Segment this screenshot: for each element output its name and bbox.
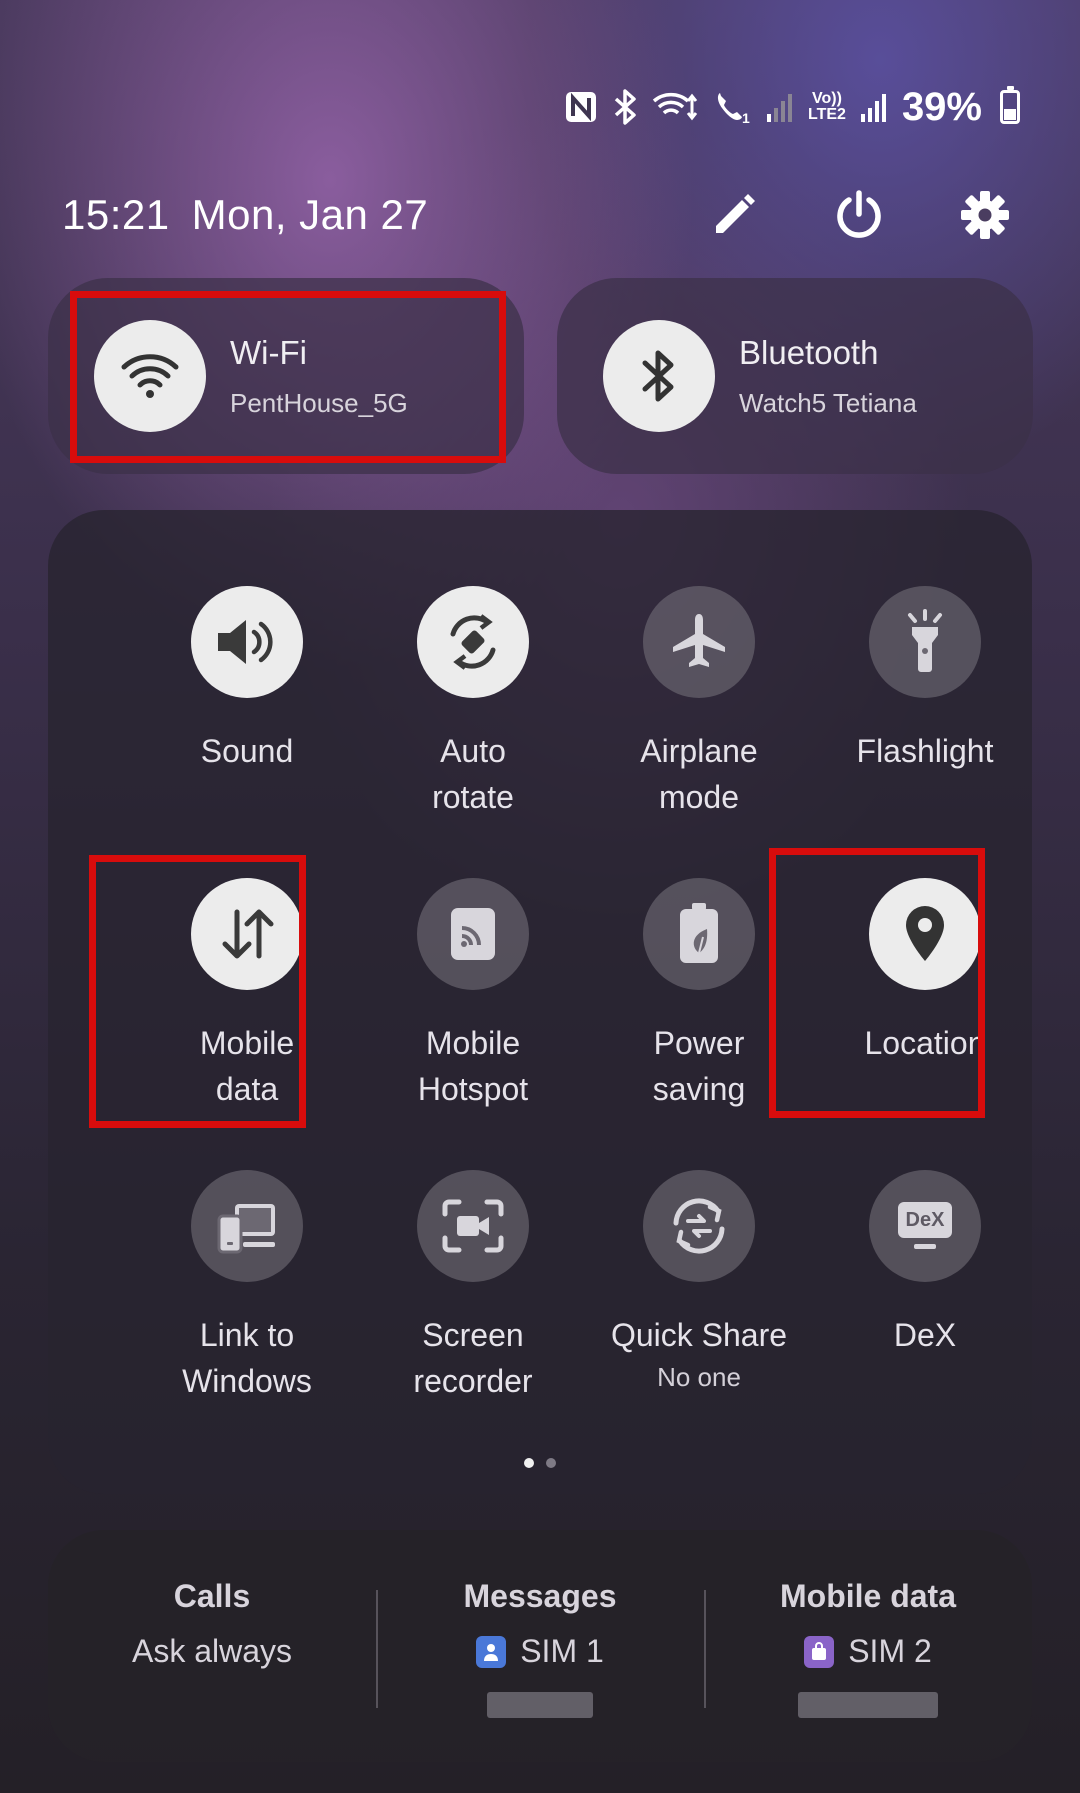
edit-button[interactable] — [700, 182, 766, 248]
power-icon — [837, 190, 881, 238]
page-dot — [546, 1458, 556, 1468]
tile-label: Flashlight — [856, 733, 994, 769]
bluetooth-icon — [612, 89, 638, 125]
bluetooth-device-name: Watch5 Tetiana — [739, 387, 917, 418]
header-actions — [700, 182, 1018, 248]
mobile-data-icon — [222, 909, 274, 959]
edit-icon — [716, 194, 755, 233]
tile-mobile-data[interactable]: Mobile data — [134, 878, 360, 1112]
date-time[interactable]: 15:21 Mon, Jan 27 — [62, 191, 428, 239]
wifi-toggle[interactable] — [94, 320, 206, 432]
link-to-windows-icon — [217, 1204, 275, 1254]
sound-icon — [218, 620, 273, 664]
location-icon — [906, 906, 944, 961]
flashlight-toggle[interactable] — [869, 586, 981, 698]
power-button[interactable] — [826, 182, 892, 248]
link-to-windows-toggle[interactable] — [191, 1170, 303, 1282]
tile-label: Mobile data — [199, 1025, 295, 1107]
tile-airplane-mode[interactable]: Airplane mode — [586, 586, 812, 820]
signal-icon — [860, 92, 888, 122]
sim-calls-value: Ask always — [131, 1633, 293, 1669]
tile-label: Screen recorder — [413, 1317, 533, 1399]
hotspot-icon — [451, 908, 495, 960]
status-bar: 1 Vo)) LTE2 39% — [564, 82, 1020, 132]
sim1-person-icon — [476, 1635, 507, 1668]
bluetooth-tile[interactable]: Bluetooth Watch5 Tetiana — [557, 278, 1033, 474]
power-saving-toggle[interactable] — [643, 878, 755, 990]
tile-auto-rotate[interactable]: Auto rotate — [360, 586, 586, 820]
clock[interactable]: 15:21 — [62, 191, 170, 238]
tile-label: Sound — [200, 733, 294, 769]
page-dot-active — [524, 1458, 534, 1468]
bluetooth-icon — [642, 350, 674, 402]
sim-calls-title: Calls — [173, 1578, 251, 1614]
wifi-icon — [121, 354, 179, 398]
sim-messages-title: Messages — [463, 1578, 617, 1614]
mobile-data-toggle[interactable] — [191, 878, 303, 990]
tile-label: Quick Share — [610, 1317, 788, 1353]
mobile-hotspot-toggle[interactable] — [417, 878, 529, 990]
sim-mobile-data-value: SIM 2 — [848, 1633, 932, 1669]
sound-toggle[interactable] — [191, 586, 303, 698]
sim2-bag-icon — [804, 1635, 835, 1668]
tile-location[interactable]: Location — [812, 878, 1038, 1066]
volte-lte2-icon: Vo)) LTE2 — [808, 90, 846, 123]
sim-messages-value: SIM 1 — [520, 1633, 604, 1669]
page-indicator — [48, 1458, 1032, 1468]
quick-share-icon — [673, 1198, 725, 1254]
tile-sublabel: No one — [657, 1362, 741, 1392]
flashlight-icon — [908, 609, 942, 672]
sim-manager-panel[interactable]: Calls Ask always Messages SIM 1 Mobile d… — [48, 1530, 1032, 1762]
tile-flashlight[interactable]: Flashlight — [812, 586, 1038, 774]
date[interactable]: Mon, Jan 27 — [192, 191, 429, 238]
settings-button[interactable] — [952, 182, 1018, 248]
vowifi-call-icon: 1 — [714, 89, 752, 125]
signal-icon — [766, 92, 794, 122]
wifi-network-name: PentHouse_5G — [230, 387, 408, 418]
bluetooth-toggle[interactable] — [603, 320, 715, 432]
tile-label: Location — [864, 1025, 986, 1061]
redacted-number — [487, 1692, 593, 1718]
wifi-title: Wi-Fi — [230, 333, 307, 371]
quick-share-toggle[interactable] — [643, 1170, 755, 1282]
wifi-tile[interactable]: Wi-Fi PentHouse_5G — [48, 278, 524, 474]
airplane-icon — [673, 614, 725, 667]
tile-power-saving[interactable]: Power saving — [586, 878, 812, 1112]
tile-label: Airplane mode — [640, 733, 758, 815]
sim-messages[interactable]: Messages SIM 1 — [376, 1530, 704, 1762]
tile-label: Link to Windows — [182, 1317, 312, 1399]
screen-recorder-toggle[interactable] — [417, 1170, 529, 1282]
svg-text:1: 1 — [742, 110, 750, 125]
tile-dex[interactable]: DeX DeX — [812, 1170, 1038, 1358]
battery-icon — [1000, 86, 1020, 124]
tile-sound[interactable]: Sound — [134, 586, 360, 774]
quick-settings-grid: Sound Auto rotate Airplane mode Flashlig… — [48, 510, 1032, 1494]
dex-toggle[interactable]: DeX — [869, 1170, 981, 1282]
tile-mobile-hotspot[interactable]: Mobile Hotspot — [360, 878, 586, 1112]
power-saving-icon — [680, 903, 718, 963]
battery-percent: 39% — [901, 84, 982, 129]
redacted-number — [798, 1692, 938, 1718]
header-row: 15:21 Mon, Jan 27 — [62, 185, 1018, 245]
tile-label: Power saving — [652, 1025, 746, 1107]
location-toggle[interactable] — [869, 878, 981, 990]
nfc-icon — [564, 90, 598, 124]
tile-link-to-windows[interactable]: Link to Windows — [134, 1170, 360, 1404]
bluetooth-title: Bluetooth — [739, 333, 879, 371]
sim-mobile-data[interactable]: Mobile data SIM 2 — [704, 1530, 1032, 1762]
screen-recorder-icon — [442, 1199, 504, 1253]
tile-label: Mobile Hotspot — [417, 1025, 529, 1107]
wifi-calling-icon — [652, 89, 700, 125]
settings-icon — [961, 191, 1009, 239]
sim-calls[interactable]: Calls Ask always — [48, 1530, 376, 1762]
tile-quick-share[interactable]: Quick Share No one — [586, 1170, 812, 1393]
dex-icon-text: DeX — [905, 1208, 945, 1231]
airplane-mode-toggle[interactable] — [643, 586, 755, 698]
auto-rotate-toggle[interactable] — [417, 586, 529, 698]
tile-screen-recorder[interactable]: Screen recorder — [360, 1170, 586, 1404]
auto-rotate-icon — [450, 614, 496, 670]
tile-label: DeX — [893, 1317, 957, 1353]
tile-label: Auto rotate — [432, 733, 514, 815]
sim-mobile-data-title: Mobile data — [779, 1578, 956, 1614]
